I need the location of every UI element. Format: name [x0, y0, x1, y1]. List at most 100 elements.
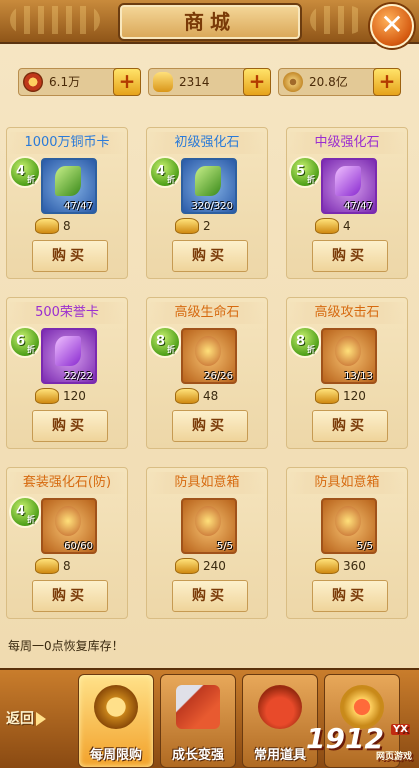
coin-chest-icon: [55, 166, 81, 196]
gold-ingot-icon: [315, 218, 339, 234]
green-life-orb-icon: [195, 336, 221, 366]
buy-button[interactable]: 购买: [32, 580, 108, 612]
discount-unit: 折: [27, 175, 35, 184]
discount-value: 4: [16, 164, 26, 179]
item-stock: 60/60: [64, 541, 93, 552]
add-copper-button[interactable]: +: [373, 68, 401, 96]
discount-value: 8: [156, 334, 166, 349]
tab-label: 每周限购: [89, 748, 142, 763]
gold-ingot-icon: [175, 558, 199, 574]
item-name: 初级强化石: [147, 132, 267, 154]
discount-value: 8: [296, 334, 306, 349]
price-value: 4: [343, 219, 351, 233]
arrow-right-icon: [36, 712, 46, 726]
discount-value: 4: [16, 504, 26, 519]
add-honor-button[interactable]: +: [113, 68, 141, 96]
gold-ingot-icon: [153, 72, 173, 92]
buy-button[interactable]: 购买: [172, 410, 248, 442]
shop-item-card: 高级生命石 8折 26/26 48 购买: [146, 297, 268, 449]
item-slot[interactable]: 60/60: [41, 498, 97, 554]
item-name: 1000万铜币卡: [7, 132, 127, 154]
buy-button[interactable]: 购买: [312, 240, 388, 272]
price-value: 48: [203, 389, 219, 403]
item-stock: 26/26: [204, 371, 233, 382]
currency-gold: 2314 +: [148, 68, 271, 96]
buy-button[interactable]: 购买: [312, 580, 388, 612]
discount-unit: 折: [167, 175, 175, 184]
discount-unit: 折: [27, 515, 35, 524]
shop-item-card: 防具如意箱 5/5 240 购买: [146, 467, 268, 619]
discount-badge: 8折: [149, 326, 181, 358]
discount-unit: 折: [167, 345, 175, 354]
sword-gift-icon: [176, 685, 220, 729]
currency-copper: 20.8亿 +: [278, 68, 401, 96]
gold-ingot-icon: [35, 388, 59, 404]
item-name: 套装强化石(防): [7, 472, 127, 494]
shop-item-card: 500荣誉卡 6折 22/22 120 购买: [6, 297, 128, 449]
currency-value: 6.1万: [49, 75, 81, 89]
buy-button[interactable]: 购买: [172, 240, 248, 272]
page-title: 商城: [118, 3, 302, 41]
price-value: 240: [203, 559, 226, 573]
add-gold-button[interactable]: +: [243, 68, 271, 96]
price-value: 2: [203, 219, 211, 233]
item-slot[interactable]: 320/320: [181, 158, 237, 214]
tab-growth[interactable]: 成长变强: [160, 674, 236, 768]
discount-badge: 5折: [289, 156, 321, 188]
discount-value: 4: [156, 164, 166, 179]
discount-value: 5: [296, 164, 306, 179]
title-bar: 商城: [0, 0, 419, 44]
back-label: 返回: [6, 711, 34, 727]
currency-value: 20.8亿: [309, 75, 348, 89]
discount-unit: 折: [27, 345, 35, 354]
price-value: 120: [63, 389, 86, 403]
gold-ingot-icon: [175, 218, 199, 234]
shop-item-card: 中级强化石 5折 47/47 4 购买: [286, 127, 408, 279]
buy-button[interactable]: 购买: [32, 410, 108, 442]
gold-ingot-icon: [35, 218, 59, 234]
item-slot[interactable]: 5/5: [181, 498, 237, 554]
item-name: 防具如意箱: [147, 472, 267, 494]
item-stock: 5/5: [356, 541, 373, 552]
shop-item-card: 防具如意箱 5/5 360 购买: [286, 467, 408, 619]
discount-badge: 4折: [149, 156, 181, 188]
currency-value: 2314: [179, 75, 210, 89]
item-slot[interactable]: 47/47: [41, 158, 97, 214]
back-button[interactable]: 返回: [6, 704, 68, 734]
item-name: 500荣誉卡: [7, 302, 127, 324]
buy-button[interactable]: 购买: [172, 580, 248, 612]
item-slot[interactable]: 13/13: [321, 328, 377, 384]
purple-crystal-icon: [335, 166, 361, 196]
watermark-logo: 1912 YX 网页游戏: [306, 722, 414, 762]
shop-item-card: 高级攻击石 8折 13/13 120 购买: [286, 297, 408, 449]
price-value: 120: [343, 389, 366, 403]
shop-item-card: 1000万铜币卡 4折 47/47 8 购买: [6, 127, 128, 279]
item-stock: 5/5: [216, 541, 233, 552]
item-stock: 320/320: [191, 201, 233, 212]
buy-button[interactable]: 购买: [32, 240, 108, 272]
shop-item-card: 初级强化石 4折 320/320 2 购买: [146, 127, 268, 279]
item-slot[interactable]: 22/22: [41, 328, 97, 384]
item-slot[interactable]: 47/47: [321, 158, 377, 214]
watermark-subtext: 网页游戏: [375, 752, 412, 762]
tab-label: 成长变强: [171, 748, 224, 763]
item-name: 高级生命石: [147, 302, 267, 324]
discount-unit: 折: [307, 175, 315, 184]
item-slot[interactable]: 5/5: [321, 498, 377, 554]
coins-icon: [94, 685, 138, 729]
honor-icon: [23, 72, 43, 92]
item-stock: 47/47: [64, 201, 93, 212]
discount-value: 6: [16, 334, 26, 349]
green-crystal-icon: [195, 166, 221, 196]
item-stock: 22/22: [64, 371, 93, 382]
gold-ingot-icon: [315, 388, 339, 404]
gold-ingot-icon: [315, 558, 339, 574]
item-slot[interactable]: 26/26: [181, 328, 237, 384]
tab-weekly-limited[interactable]: 每周限购: [78, 674, 154, 768]
watermark-badge: YX: [391, 724, 410, 735]
armor-chest-icon: [335, 506, 361, 536]
gourd-icon: [258, 685, 302, 729]
close-button[interactable]: ✕: [370, 4, 414, 48]
discount-badge: 6折: [9, 326, 41, 358]
buy-button[interactable]: 购买: [312, 410, 388, 442]
